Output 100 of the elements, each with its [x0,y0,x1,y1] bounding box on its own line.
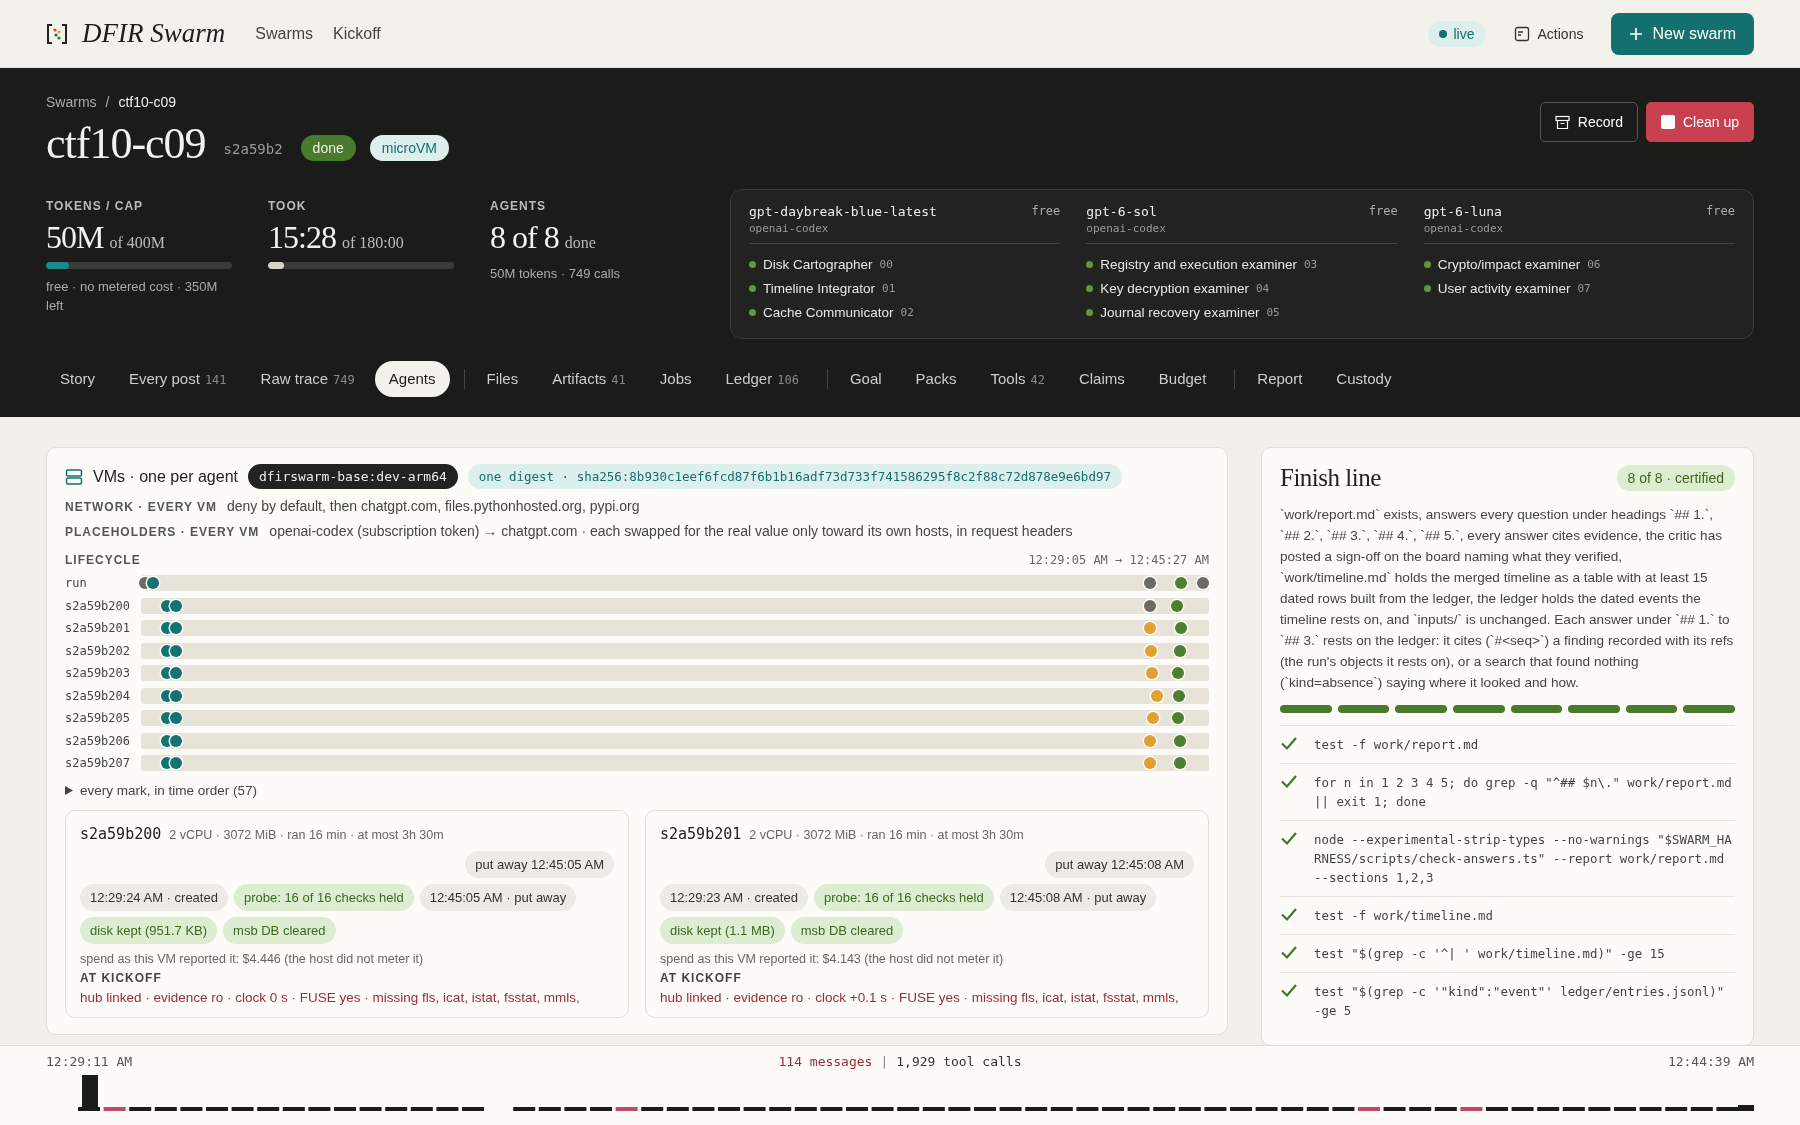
vm-name: s2a59b200 [80,824,162,843]
agent-number: 06 [1587,257,1601,271]
plus-icon [1629,26,1644,41]
tab[interactable]: Jobs [645,361,706,397]
spend-note: spend as this VM reported it: $4.143 (the host did not meter it) [660,951,1005,966]
image-tag: dfirswarm-base:dev-arm64 [247,464,458,489]
event-pill: msb DB cleared [790,916,904,944]
agent-name: Cache Communicator [763,304,894,320]
tab[interactable]: Claims [1064,361,1139,397]
event-pill: put away 12:45:08 AM [1045,850,1194,878]
section-label: AT KICKOFF [80,970,163,985]
breadcrumb-link[interactable]: ctf10-c09 [118,94,177,110]
end-time: 12:44:39 AM [1667,1054,1754,1069]
tab[interactable]: Files [472,361,533,397]
spend-note: spend as this VM reported it: $4.446 (the host did not meter it) [80,951,425,966]
server-icon [65,467,83,486]
model-name: gpt-6-luna [1423,204,1503,219]
panel-title: VMs · one per agent [93,467,238,486]
info-text: openai-codex (subscription token) → chatgpt.com · each swapped for the real value only toward its own hosts, in request headers [269,523,1073,539]
nav-link[interactable]: Swarms [255,24,314,43]
kickoff-text: hub linked · evidence ro · clock +0.1 s · FUSE yes · missing fls, icat, istat, fsstat, mmls, [660,989,1180,1005]
section-label: LIFECYCLE [65,553,141,567]
tab[interactable]: Budget [1144,361,1221,397]
stat-value: 8 of 8 [490,219,559,256]
tab[interactable]: Packs [901,361,971,397]
agent-name: Key decryption examiner [1100,280,1249,296]
tab[interactable]: Every post 141 [115,361,241,397]
agent-number: 07 [1577,281,1591,295]
agent-number: 04 [1255,281,1270,295]
event-pill: disk kept (951.7 KB) [80,916,218,944]
event-pill: probe: 16 of 16 checks held [233,883,414,911]
status-dot [1423,284,1431,292]
live-badge: live [1427,20,1486,47]
event-pill: put away 12:45:05 AM [465,850,614,878]
panel-icon [1513,25,1530,42]
event-pill: 12:45:05 AM · put away [419,883,577,911]
tab[interactable]: Story [46,361,109,397]
stat-label: TOOK [268,199,308,213]
breadcrumb-link[interactable]: Swarms [46,94,97,110]
event-pill: msb DB cleared [223,916,336,944]
run-id: s2a59b2 [223,140,283,157]
agent-number: 00 [879,257,893,271]
tab[interactable]: Custody [1322,361,1406,397]
model-provider: openai-codex [749,222,830,235]
breadcrumb-separator: / [105,94,110,110]
info-text: deny by default, then chatgpt.com, files.pythonhosted.org, pypi.org [227,498,640,514]
lane-name: s2a59b203 [65,666,132,681]
every-mark-toggle[interactable]: every mark, in time order (57) [65,782,258,798]
status-dot [1086,284,1094,292]
event-pill: probe: 16 of 16 checks held [813,883,994,911]
square-icon [1660,115,1675,129]
tab[interactable]: Artifacts 41 [538,361,640,397]
separator: | [880,1054,889,1069]
status-badge: microVM [369,134,449,161]
tool-call-count: 1,929 tool calls [896,1054,1022,1069]
stat-unit: of 180:00 [341,234,404,252]
archive-icon [1554,114,1570,130]
actions-button[interactable]: Actions [1507,24,1590,43]
stat-label: TOKENS / CAP [46,199,145,213]
stat-note: 50M tokens · 749 calls [490,265,622,283]
lane-name: run [65,576,88,591]
agent-name: User activity examiner [1437,280,1571,296]
lane-name: s2a59b202 [65,643,132,658]
status-dot [1086,260,1094,268]
tab[interactable]: Report [1243,361,1317,397]
info-label: PLACEHOLDERS · EVERY VM [65,525,260,539]
clean-up-button[interactable]: Clean up [1645,102,1754,142]
kickoff-text: hub linked · evidence ro · clock 0 s · FUSE yes · missing fls, icat, istat, fsstat, mmls, [80,989,581,1005]
status-dot [1086,308,1094,316]
panel-title: Finish line [1280,464,1381,492]
event-pill: 12:29:24 AM · created [80,883,228,911]
start-time: 12:29:11 AM [46,1054,133,1069]
model-name: gpt-daybreak-blue-latest [749,204,938,219]
tab[interactable]: Goal [835,361,896,397]
agent-name: Crypto/impact examiner [1437,256,1581,272]
model-price: free [1706,204,1735,219]
vm-spec: 2 vCPU · 3072 MiB · ran 16 min · at most 3h 30m [169,827,444,842]
vm-name: s2a59b201 [660,824,742,843]
agent-name: Disk Cartographer [763,256,873,272]
tab[interactable]: Agents [374,361,450,397]
tab[interactable]: Raw trace 749 [246,361,369,397]
finish-description: `work/report.md` exists, answers every question under headings `## 1.`, `## 2.`, `## 3.`, `## 4.`, `## 5.`, every answer cites evidence, the critic has posted a sign-off on the board naming what they verified, `work/timeline.md` holds the merged timeline as a table with at least 15 dated rows built from the ledger, the ledger holds the dated events the timeline rests on, and `inputs/` is unchanged. Each answer under `## 1.` to `## 3.` rests on the ledger: it cites (`#<seq>`) a finding recorded with its refs (the run's objects it rests on), or a search that found nothing (`kind=absence`) saying where it looked and how. [1280,506,1735,692]
record-button[interactable]: Record [1539,102,1638,142]
new-swarm-button[interactable]: New swarm [1611,12,1754,55]
lane-name: s2a59b206 [65,733,132,748]
agent-number: 03 [1303,257,1318,271]
time-range: 12:29:05 AM → 12:45:27 AM [1028,553,1209,567]
section-label: AT KICKOFF [660,970,743,985]
agent-number: 05 [1266,305,1280,319]
model-price: free [1031,204,1061,219]
event-pill: 12:45:08 AM · put away [999,883,1157,911]
tab[interactable]: Ledger 106 [711,361,813,397]
check-command: test -f work/timeline.md [1314,907,1495,925]
stat-value: 50M [46,219,104,256]
digest-tag: one digest · sha256:8b930c1eef6fcd87f6b1b16adf73d733f741586295f8c2f88c72d878e9e6bd97 [467,464,1122,489]
status-badge: done [300,134,356,161]
tab[interactable]: Tools 42 [976,361,1059,397]
nav-link[interactable]: Kickoff [333,24,381,43]
status-dot [1423,260,1431,268]
stat-note: free · no metered cost · 350M left [46,278,219,315]
